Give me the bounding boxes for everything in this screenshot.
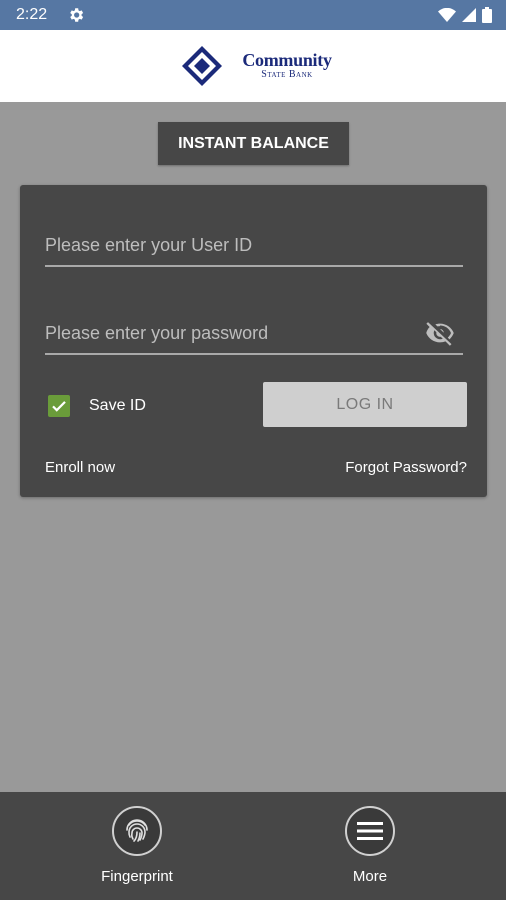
enroll-now-link[interactable]: Enroll now: [45, 459, 115, 476]
user-id-placeholder: Please enter your User ID: [45, 234, 253, 255]
fingerprint-icon[interactable]: [112, 806, 162, 856]
nav-more[interactable]: More: [310, 806, 430, 885]
nav-more-label: More: [352, 868, 388, 885]
status-bar: 2:22: [0, 0, 506, 30]
status-time: 2:22: [16, 6, 48, 23]
login-button[interactable]: LOG IN: [263, 382, 467, 427]
user-id-input[interactable]: Please enter your User ID: [45, 225, 463, 267]
battery-icon: [482, 7, 492, 23]
login-card: Please enter your User ID Please enter y…: [20, 185, 487, 497]
save-id-row[interactable]: Save ID: [48, 395, 146, 417]
nav-fingerprint-label: Fingerprint: [101, 868, 173, 885]
bank-logo-icon: [180, 44, 224, 88]
eye-off-icon[interactable]: [425, 318, 455, 348]
signal-icon: [462, 8, 476, 22]
save-id-label: Save ID: [89, 397, 146, 414]
nav-fingerprint[interactable]: Fingerprint: [77, 806, 197, 885]
instant-balance-button[interactable]: INSTANT BALANCE: [158, 122, 349, 165]
status-icons: [438, 7, 492, 23]
save-id-checkbox[interactable]: [48, 395, 70, 417]
logo-subtitle: State Bank: [261, 69, 313, 80]
password-placeholder: Please enter your password: [45, 322, 269, 343]
app-header: Community State Bank: [0, 30, 506, 102]
password-input[interactable]: Please enter your password: [45, 313, 463, 355]
settings-gear-icon: [67, 6, 85, 24]
wifi-icon: [438, 8, 456, 22]
bottom-nav: Fingerprint More: [0, 792, 506, 900]
forgot-password-link[interactable]: Forgot Password?: [345, 459, 467, 476]
menu-icon[interactable]: [345, 806, 395, 856]
logo-title: Community: [242, 50, 332, 70]
bank-logo: Community State Bank: [180, 44, 332, 88]
